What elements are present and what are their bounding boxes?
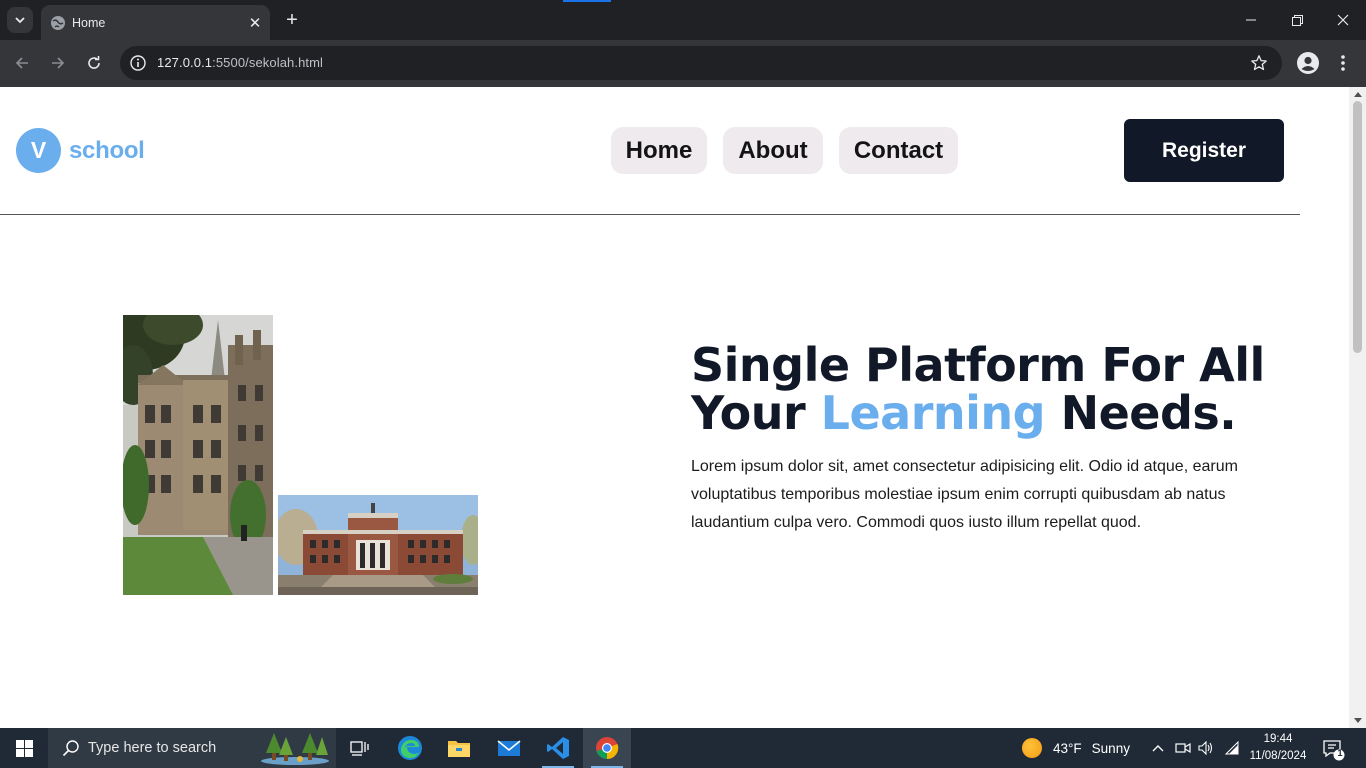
url-path: :5500/sekolah.html <box>212 55 324 70</box>
weather-desc: Sunny <box>1091 740 1130 756</box>
sun-icon <box>1022 738 1042 758</box>
search-icon <box>62 740 79 757</box>
hero-description: Lorem ipsum dolor sit, amet consectetur … <box>691 458 1238 531</box>
vscode-icon <box>547 737 569 759</box>
globe-icon <box>51 15 65 30</box>
taskbar-chrome[interactable] <box>583 728 631 768</box>
hero-title-accent: Learning <box>820 386 1046 440</box>
search-highlight-trees-icon <box>261 733 329 765</box>
close-icon <box>1337 14 1349 26</box>
chevron-down-icon <box>15 17 25 24</box>
register-button[interactable]: Register <box>1124 119 1284 182</box>
search-placeholder: Type here to search <box>88 740 217 756</box>
close-window-button[interactable] <box>1320 0 1366 40</box>
site-logo[interactable]: V school <box>16 128 145 173</box>
mail-icon <box>497 740 521 756</box>
logo-badge: V <box>16 128 61 173</box>
restore-button[interactable] <box>1274 0 1320 40</box>
meet-now-icon <box>1175 742 1191 754</box>
scroll-up-arrow[interactable] <box>1349 87 1366 101</box>
minimize-icon <box>1246 19 1256 21</box>
tab-title: Home <box>72 15 106 30</box>
browser-tab-bar: Home ✕ + <box>0 0 1366 40</box>
logo-text: school <box>69 136 145 164</box>
wifi-icon <box>1224 741 1239 755</box>
start-button[interactable] <box>0 728 48 768</box>
reload-icon <box>88 56 100 69</box>
bookmark-star-icon[interactable] <box>1250 54 1268 72</box>
school-photo-gothic <box>123 315 273 595</box>
taskbar-vscode[interactable] <box>534 728 582 768</box>
active-indicator <box>563 0 611 2</box>
taskbar-file-explorer[interactable] <box>435 728 483 768</box>
chrome-icon <box>596 737 619 760</box>
weather-temp: 43°F <box>1053 740 1082 756</box>
scrollbar-thumb[interactable] <box>1353 101 1362 353</box>
forward-arrow-icon <box>52 57 65 69</box>
browser-toolbar: 127.0.0.1:5500/sekolah.html <box>0 40 1366 87</box>
profile-icon[interactable] <box>1296 51 1320 75</box>
restore-icon <box>1291 14 1303 26</box>
close-tab-icon[interactable]: ✕ <box>246 14 264 32</box>
triangle-down-icon <box>1353 718 1362 723</box>
url-host: 127.0.0.1 <box>157 55 213 70</box>
weather-widget[interactable]: 43°F Sunny <box>1022 728 1130 768</box>
tab-search-button[interactable] <box>7 7 33 33</box>
taskbar-mail[interactable] <box>485 728 533 768</box>
more-menu-icon[interactable] <box>1334 51 1352 75</box>
nav-about[interactable]: About <box>723 127 823 174</box>
taskbar-edge[interactable] <box>386 728 434 768</box>
clock-time: 19:44 <box>1263 733 1293 745</box>
windows-logo-icon <box>15 739 33 757</box>
taskbar-search[interactable]: Type here to search <box>48 728 336 768</box>
folder-icon <box>448 741 470 757</box>
hero-title-part2: Needs. <box>1045 386 1237 440</box>
address-bar[interactable]: 127.0.0.1:5500/sekolah.html <box>120 46 1282 80</box>
nav-contact[interactable]: Contact <box>839 127 958 174</box>
main-nav: Home About Contact <box>611 127 974 174</box>
chevron-up-icon <box>1152 745 1164 752</box>
system-clock[interactable]: 19:44 11/08/2024 <box>1246 731 1310 765</box>
scroll-down-arrow[interactable] <box>1349 714 1366 728</box>
info-icon[interactable] <box>129 54 147 72</box>
back-button[interactable] <box>9 50 35 76</box>
back-arrow-icon <box>15 57 28 69</box>
web-page: V school Home About Contact Register Sin… <box>0 87 1349 728</box>
forward-button[interactable] <box>45 50 71 76</box>
page-scrollbar[interactable] <box>1349 87 1366 728</box>
task-view-button[interactable] <box>336 728 384 768</box>
clock-date: 11/08/2024 <box>1249 750 1307 762</box>
task-view-icon <box>350 741 369 756</box>
windows-taskbar: Type here to search 43°F Sunny 19:44 11/… <box>0 728 1366 768</box>
minimize-button[interactable] <box>1228 0 1274 40</box>
volume-tray[interactable] <box>1196 728 1216 768</box>
school-photo-brick <box>278 495 478 595</box>
header-divider <box>0 214 1300 215</box>
network-tray[interactable] <box>1221 728 1243 768</box>
new-tab-button[interactable]: + <box>281 9 303 31</box>
hero-title: Single Platform For All Your Learning Ne… <box>691 341 1291 437</box>
meet-now-tray[interactable] <box>1173 728 1193 768</box>
triangle-up-icon <box>1353 92 1362 97</box>
volume-icon <box>1198 741 1213 755</box>
url-text[interactable]: 127.0.0.1:5500/sekolah.html <box>157 55 323 70</box>
nav-home[interactable]: Home <box>611 127 707 174</box>
show-hidden-icons[interactable] <box>1148 728 1168 768</box>
reload-button[interactable] <box>81 50 107 76</box>
notification-count: 1 <box>1337 748 1343 758</box>
browser-tab[interactable]: Home ✕ <box>41 5 270 40</box>
edge-icon <box>398 736 422 760</box>
